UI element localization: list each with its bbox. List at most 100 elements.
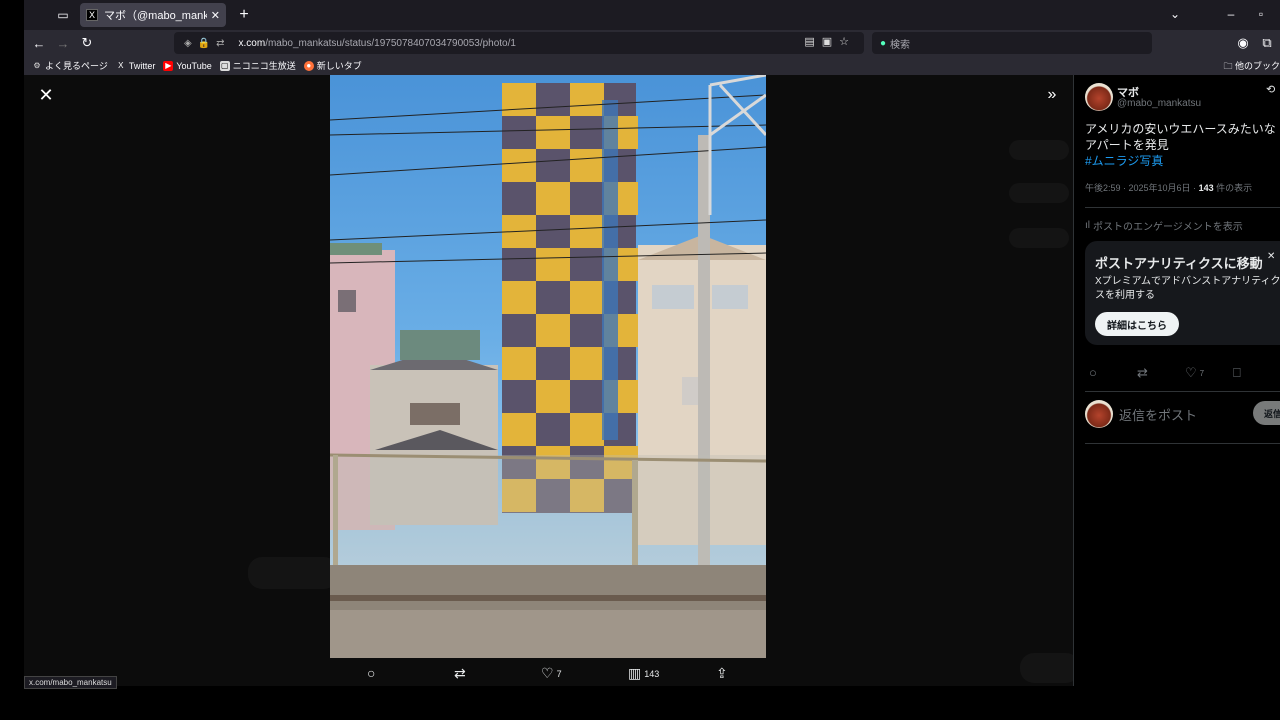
- extensions-icon[interactable]: ⧉: [1256, 33, 1278, 53]
- tab-title: マボ（@mabo_mankatsu）さん /: [104, 10, 207, 22]
- post-body: アメリカの安いウエハースみたいなアパートを発見: [1085, 122, 1276, 152]
- like-button[interactable]: ♡ 7: [541, 665, 562, 682]
- post-text: アメリカの安いウエハースみたいなアパートを発見 #ムニラジ写真: [1085, 121, 1280, 169]
- tab-overflow-chevron-icon[interactable]: ⌄: [1162, 4, 1188, 24]
- reply-input[interactable]: 返信をポスト: [1119, 405, 1197, 424]
- reply-button[interactable]: ○: [367, 665, 378, 681]
- post-actions: ○ ⇄ ♡ 7 ⎕: [1085, 365, 1280, 383]
- bookmark-youtube[interactable]: ▶ YouTube: [163, 60, 212, 71]
- repost-button[interactable]: ⇄: [454, 665, 469, 682]
- other-bookmarks-label: 他のブック: [1234, 61, 1280, 71]
- photo-scene: [330, 75, 766, 658]
- new-tab-button[interactable]: +: [234, 5, 254, 25]
- photo-viewer: ✕ » ○ ⇄ ♡ 7 ▥ 143 ⇪: [24, 75, 1073, 686]
- analytics-promo-card: ポストアナリティクスに移動 ✕ Xプレミアムでアドバンストアナリティクスを利用す…: [1085, 241, 1280, 345]
- bookmark-frequent[interactable]: ⚙ よく見るページ: [32, 59, 108, 72]
- engagement-link[interactable]: ıl ポストのエンゲージメントを表示: [1085, 218, 1243, 233]
- bookmark-label: 新しいタブ: [316, 61, 362, 71]
- browser-tab-active[interactable]: X マボ（@mabo_mankatsu）さん / ✕: [80, 3, 226, 27]
- divider: [1085, 207, 1280, 208]
- post-time[interactable]: 午後2:59 · 2025年10月6日 ·: [1085, 183, 1199, 193]
- bookmark-label: YouTube: [176, 60, 212, 71]
- forward-arrow-icon[interactable]: →: [52, 33, 74, 53]
- niconico-icon: ▢: [219, 60, 230, 71]
- url-path: /mabo_mankatsu/status/197507840703479005…: [265, 37, 516, 49]
- promo-title: ポストアナリティクスに移動: [1095, 256, 1263, 271]
- search-placeholder: 検索: [890, 39, 911, 51]
- url-security-icons: ◈🔒⇄: [184, 37, 231, 49]
- photo-action-bar: ○ ⇄ ♡ 7 ▥ 143 ⇪: [330, 663, 766, 685]
- like-button[interactable]: ♡ 7: [1185, 365, 1204, 381]
- repost-icon: ⇄: [454, 665, 466, 681]
- gear-icon: ⚙: [33, 61, 41, 70]
- reply-icon: ○: [367, 665, 376, 681]
- divider: [1085, 391, 1280, 392]
- heart-icon: ♡: [1185, 365, 1197, 380]
- dimmed-messages-button: [1020, 653, 1073, 683]
- repost-icon: ⇄: [1137, 365, 1148, 380]
- other-bookmarks[interactable]: 🗀 他のブック: [1223, 59, 1280, 75]
- author-handle[interactable]: @mabo_mankatsu: [1117, 98, 1201, 109]
- promo-close-icon[interactable]: ✕: [1267, 251, 1275, 262]
- avatar[interactable]: [1085, 83, 1113, 111]
- bookmark-label: ニコニコ生放送: [232, 61, 296, 71]
- reply-composer: 返信をポスト 返信: [1085, 399, 1280, 429]
- views-button[interactable]: ▥ 143: [628, 665, 659, 682]
- repost-button[interactable]: ⇄: [1137, 365, 1148, 381]
- close-viewer-button[interactable]: ✕: [36, 85, 56, 105]
- share-button[interactable]: ⇪: [716, 665, 731, 682]
- tab-close-icon[interactable]: ✕: [211, 9, 220, 22]
- bookmark-label: よく見るページ: [45, 61, 108, 71]
- like-count: 7: [556, 668, 562, 679]
- minimize-icon[interactable]: –: [1218, 4, 1244, 24]
- tab-list-icon[interactable]: ▭: [54, 6, 72, 24]
- bookmark-twitter[interactable]: X Twitter: [116, 61, 155, 71]
- bookmarks-bar: ⚙ よく見るページ X Twitter ▶ YouTube ▢ ニコニコ生放送 …: [24, 56, 1280, 75]
- url-bar[interactable]: ◈🔒⇄ x.com/mabo_mankatsu/status/197507840…: [174, 32, 864, 54]
- analytics-icon: ıl: [1085, 220, 1090, 231]
- engagement-label: ポストのエンゲージメントを表示: [1093, 222, 1243, 233]
- dimmed-follow-button: [1009, 228, 1069, 248]
- grok-icon[interactable]: ⟲: [1266, 83, 1275, 96]
- dimmed-follow-button: [1009, 140, 1069, 160]
- bookmark-button[interactable]: ⎕: [1233, 365, 1241, 381]
- firefox-icon: ●: [303, 60, 314, 71]
- reply-submit-button[interactable]: 返信: [1253, 401, 1280, 425]
- reader-bookmark-icons[interactable]: ▤▣☆: [804, 35, 856, 48]
- learn-more-button[interactable]: 詳細はこちら: [1095, 312, 1179, 336]
- url-host: x.com: [238, 37, 266, 49]
- dimmed-follow-button: [1009, 183, 1069, 203]
- post-side-panel: マボ @mabo_mankatsu ⟲ アメリカの安いウエハースみたいなアパート…: [1073, 75, 1280, 686]
- folder-icon: 🗀: [1223, 61, 1233, 71]
- reply-icon: ○: [1089, 365, 1097, 380]
- maximize-icon[interactable]: ▫: [1248, 4, 1274, 24]
- account-icon[interactable]: ◉: [1232, 33, 1254, 53]
- reply-button[interactable]: ○: [1089, 365, 1097, 380]
- post-meta: 午後2:59 · 2025年10月6日 · 143 件の表示: [1085, 181, 1252, 194]
- heart-icon: ♡: [541, 665, 554, 681]
- x-favicon-icon: X: [86, 9, 98, 21]
- post-photo[interactable]: [330, 75, 766, 658]
- x-logo-icon: X: [118, 61, 124, 70]
- youtube-icon: ▶: [163, 60, 174, 71]
- search-engine-icon: ●: [880, 37, 887, 49]
- avatar: [1085, 400, 1113, 428]
- promo-body: Xプレミアムでアドバンストアナリティクスを利用する: [1095, 276, 1280, 301]
- reload-icon[interactable]: ↻: [76, 33, 98, 53]
- dimmed-post-button: [248, 557, 338, 589]
- expand-sidebar-button[interactable]: »: [1042, 85, 1062, 105]
- bookmark-icon: ⎕: [1233, 365, 1241, 380]
- like-count: 7: [1199, 368, 1205, 378]
- post-hashtag[interactable]: #ムニラジ写真: [1085, 153, 1280, 169]
- search-bar[interactable]: ● 検索: [872, 32, 1152, 54]
- post-views: 143: [1198, 183, 1214, 193]
- link-status-url: x.com/mabo_mankatsu: [24, 676, 117, 689]
- screen: ▭ X マボ（@mabo_mankatsu）さん / ✕ + ⌄ – ▫ ← →…: [0, 0, 1280, 720]
- divider: [1085, 443, 1280, 444]
- checker-building: [502, 83, 638, 513]
- browser-tab-bar: ▭ X マボ（@mabo_mankatsu）さん / ✕ + ⌄ – ▫: [24, 0, 1280, 30]
- bookmark-newtab[interactable]: ● 新しいタブ: [303, 59, 362, 72]
- back-arrow-icon[interactable]: ←: [28, 33, 50, 53]
- browser-nav-bar: ← → ↻ ◈🔒⇄ x.com/mabo_mankatsu/status/197…: [24, 30, 1280, 56]
- bookmark-niconico[interactable]: ▢ ニコニコ生放送: [219, 59, 296, 72]
